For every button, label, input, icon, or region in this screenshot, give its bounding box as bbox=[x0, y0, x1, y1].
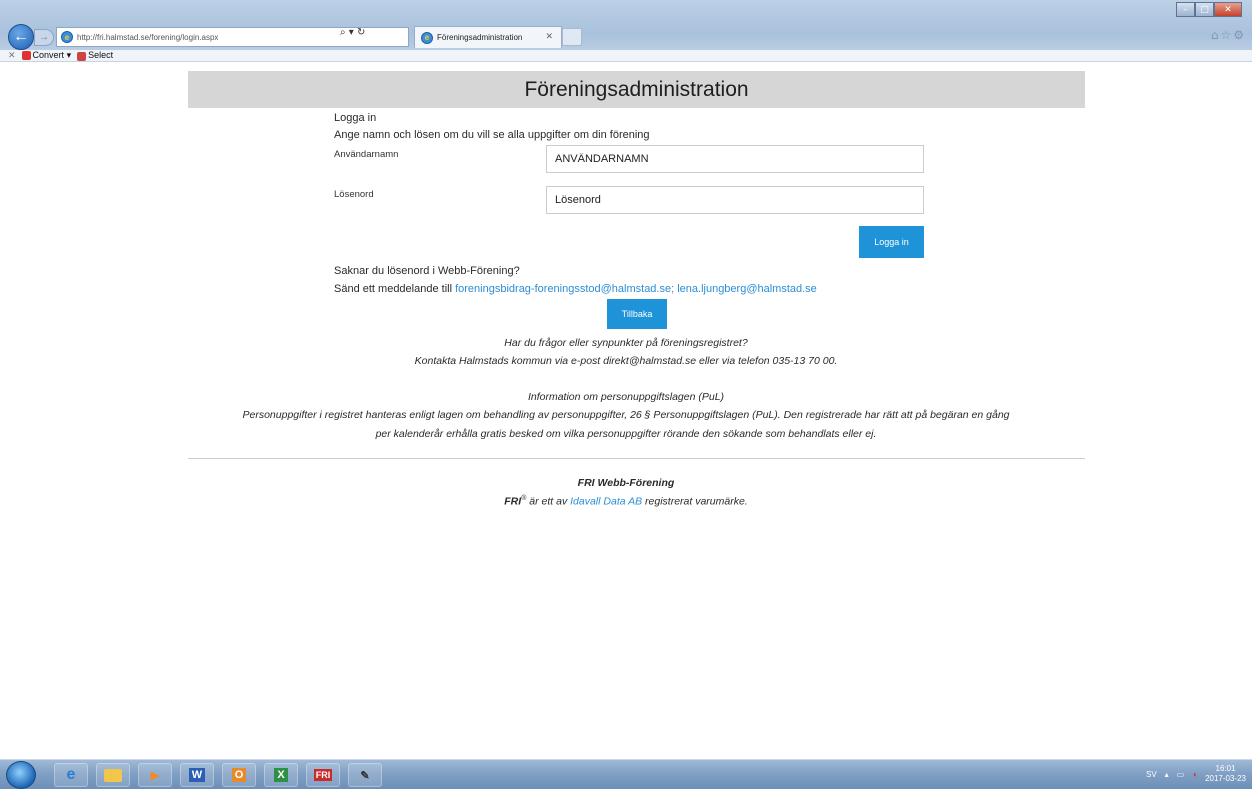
password-input[interactable] bbox=[546, 186, 924, 214]
convert-button[interactable]: Convert ▾ bbox=[21, 50, 71, 61]
search-refresh-icons[interactable]: ⌕ ▾ ↻ bbox=[340, 27, 365, 38]
username-label: Användarnamn bbox=[334, 149, 399, 160]
tray-expand-icon[interactable]: ▴ bbox=[1165, 770, 1169, 779]
clock[interactable]: 16:01 2017-03-23 bbox=[1205, 764, 1246, 784]
send-message-prefix: Sänd ett meddelande till bbox=[334, 283, 453, 295]
tab-title: Föreningsadministration bbox=[437, 33, 523, 42]
network-icon[interactable]: ▭ bbox=[1177, 770, 1185, 779]
navigation-row: ← → e http://fri.halmstad.se/forening/lo… bbox=[0, 24, 1252, 50]
page-content: Föreningsadministration Logga in Ange na… bbox=[0, 62, 1252, 759]
clock-date: 2017-03-23 bbox=[1205, 774, 1246, 783]
questions-line-2: Kontakta Halmstads kommun via e-post dir… bbox=[414, 355, 838, 367]
pul-text-2: per kalenderår erhålla gratis besked om … bbox=[375, 428, 877, 440]
maximize-icon[interactable]: □ bbox=[1195, 2, 1214, 17]
clock-time: 16:01 bbox=[1215, 764, 1236, 773]
tab-ie-icon: e bbox=[421, 31, 433, 44]
system-tray: SV ▴ ▭ ◖ 16:01 2017-03-23 bbox=[1146, 764, 1246, 784]
pdf-convert-icon bbox=[21, 51, 31, 61]
command-bar: ✕ Convert ▾ Select bbox=[0, 50, 1252, 62]
close-toolbar-icon[interactable]: ✕ bbox=[8, 50, 16, 61]
footer-mid: är ett av bbox=[526, 495, 571, 508]
pul-text-1: Personuppgifter i registret hanteras enl… bbox=[242, 409, 1010, 421]
forward-button[interactable]: → bbox=[34, 29, 54, 46]
language-indicator[interactable]: SV bbox=[1146, 770, 1157, 779]
address-text: http://fri.halmstad.se/forening/login.as… bbox=[77, 32, 219, 42]
divider bbox=[188, 458, 1085, 459]
excel-icon[interactable]: X bbox=[264, 763, 298, 787]
password-label: Lösenord bbox=[334, 189, 374, 200]
new-tab-button[interactable] bbox=[562, 28, 582, 46]
word-icon[interactable]: W bbox=[180, 763, 214, 787]
window-controls: – □ ✕ bbox=[1176, 2, 1242, 17]
email-links[interactable]: foreningsbidrag-foreningsstod@halmstad.s… bbox=[455, 283, 817, 295]
volume-icon[interactable]: ◖ bbox=[1192, 770, 1197, 779]
pul-heading: Information om personuppgiftslagen (PuL) bbox=[527, 391, 725, 403]
back-link-button[interactable]: Tillbaka bbox=[607, 299, 667, 329]
idavall-link[interactable]: Idavall Data AB bbox=[570, 496, 642, 508]
footer-end: registrerat varumärke. bbox=[642, 495, 748, 508]
home-favorites-settings-icons[interactable]: ⌂☆⚙ bbox=[1211, 28, 1246, 42]
login-intro: Ange namn och lösen om du vill se alla u… bbox=[334, 129, 650, 141]
ie-page-icon: e bbox=[61, 31, 73, 43]
page-title: Föreningsadministration bbox=[188, 71, 1085, 108]
minimize-icon[interactable]: – bbox=[1176, 2, 1195, 17]
back-button[interactable]: ← bbox=[8, 24, 34, 50]
close-tab-icon[interactable]: ✕ bbox=[545, 31, 553, 42]
taskbar: e ▶ W O X FRI ✎ SV ▴ ▭ ◖ 16:01 2017-03-2… bbox=[0, 759, 1252, 789]
footer-brand: FRI bbox=[504, 495, 522, 508]
select-button[interactable]: Select bbox=[77, 50, 113, 61]
username-input[interactable] bbox=[546, 145, 924, 173]
login-heading: Logga in bbox=[334, 112, 377, 124]
footer-trademark: FRI® är ett av Idavall Data AB registrer… bbox=[0, 495, 1252, 508]
explorer-folder-icon[interactable] bbox=[96, 763, 130, 787]
close-window-icon[interactable]: ✕ bbox=[1214, 2, 1242, 17]
login-button[interactable]: Logga in bbox=[859, 226, 924, 258]
browser-chrome: – □ ✕ ← → e http://fri.halmstad.se/foren… bbox=[0, 0, 1252, 62]
pdf-select-icon bbox=[77, 51, 87, 61]
start-button[interactable] bbox=[6, 761, 36, 789]
fri-app-icon[interactable]: FRI bbox=[306, 763, 340, 787]
media-player-icon[interactable]: ▶ bbox=[138, 763, 172, 787]
questions-line-1: Har du frågor eller synpunkter på föreni… bbox=[504, 337, 748, 349]
browser-tab[interactable]: e Föreningsadministration ✕ bbox=[414, 26, 562, 48]
footer-title: FRI Webb-Förening bbox=[577, 477, 675, 489]
ie-taskbar-icon[interactable]: e bbox=[54, 763, 88, 787]
outlook-icon[interactable]: O bbox=[222, 763, 256, 787]
pen-tool-icon[interactable]: ✎ bbox=[348, 763, 382, 787]
missing-password-question: Saknar du lösenord i Webb-Förening? bbox=[334, 265, 520, 277]
send-message-line: Sänd ett meddelande till foreningsbidrag… bbox=[334, 283, 817, 295]
